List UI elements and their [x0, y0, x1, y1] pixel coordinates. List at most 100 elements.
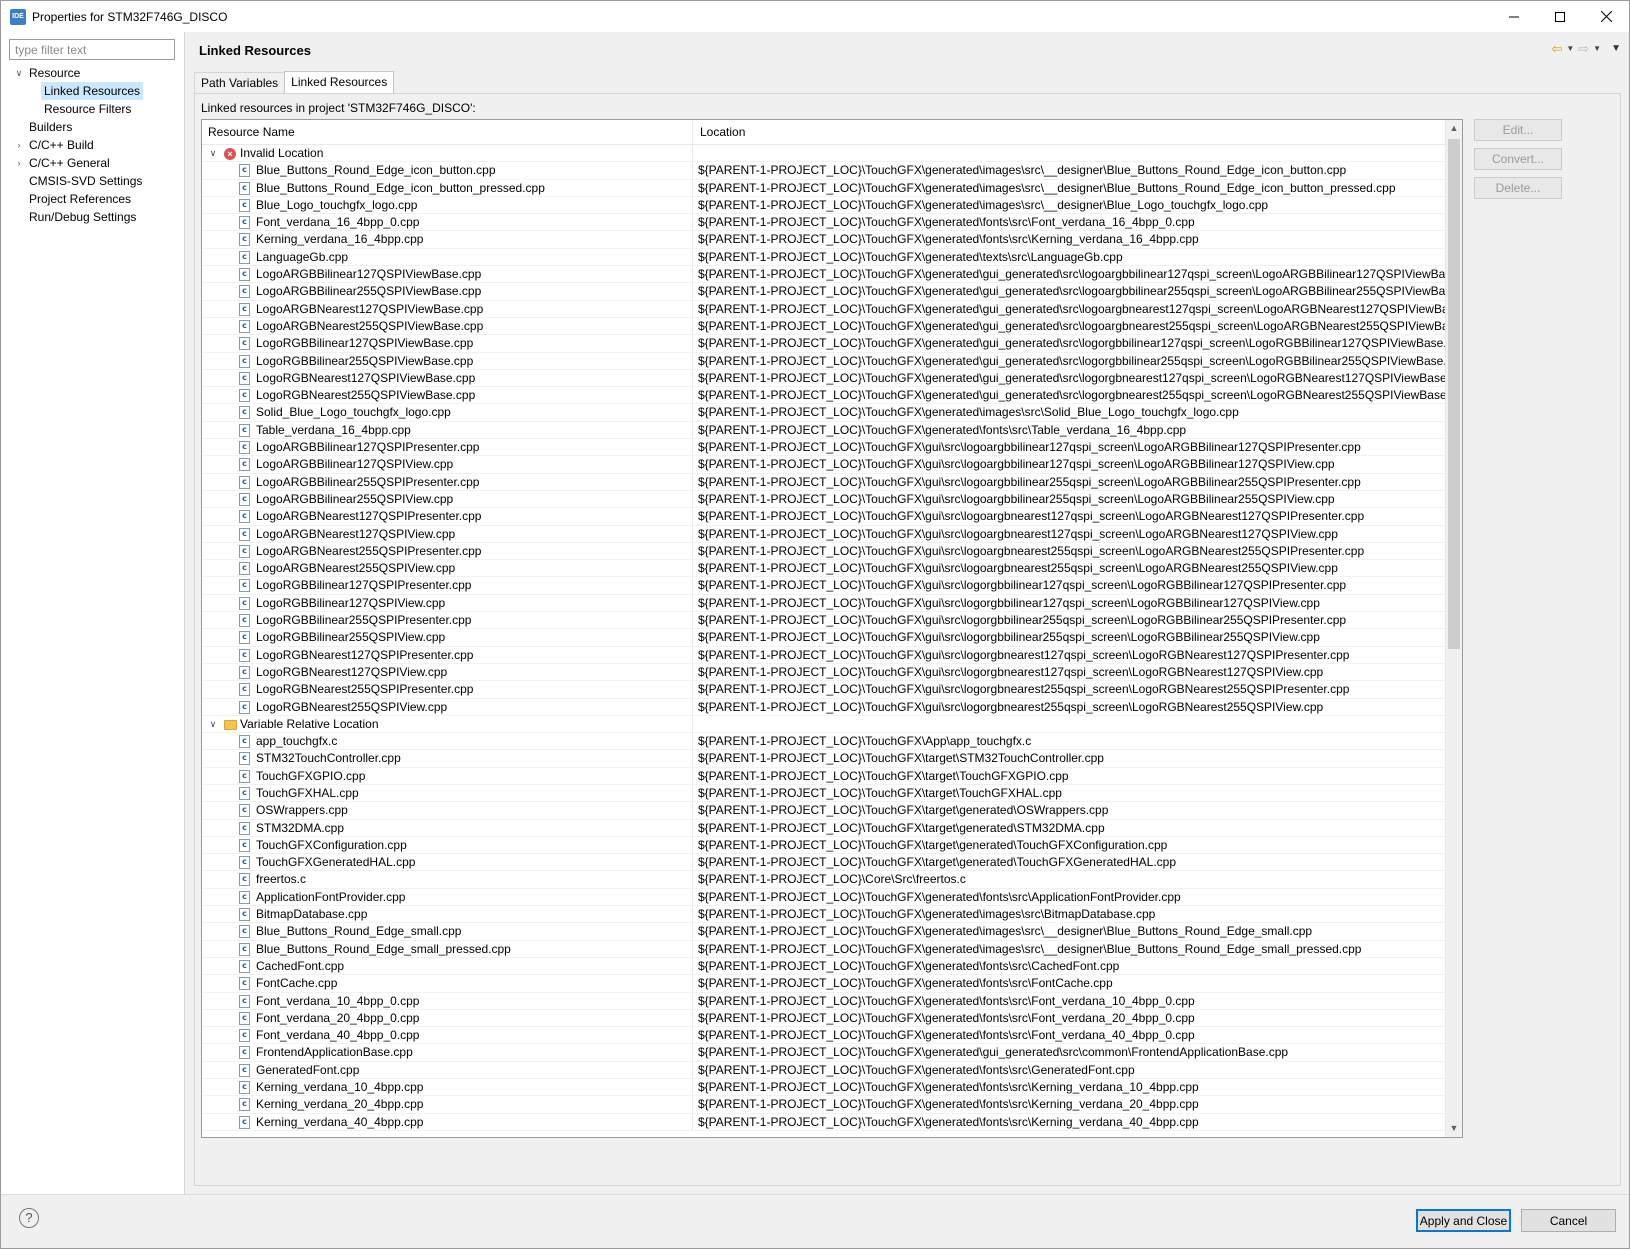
table-row[interactable]: c FrontendApplicationBase.cpp ${PARENT-1-P… — [202, 1044, 1446, 1062]
convert-button[interactable]: Convert... — [1474, 148, 1562, 170]
table-row[interactable]: c LogoARGBBilinear127QSPIViewBase.cpp ${PA… — [202, 266, 1446, 284]
vertical-scrollbar[interactable]: ▲ ▼ — [1445, 120, 1462, 1137]
chevron-right-icon[interactable]: › — [14, 154, 24, 172]
table-row[interactable]: c app_touchgfx.c ${PARENT-1-PROJECT_LOC}\T… — [202, 733, 1446, 751]
table-row[interactable]: c TouchGFXGeneratedHAL.cpp ${PARENT-1-PROJ… — [202, 854, 1446, 872]
table-row[interactable]: c Kerning_verdana_40_4bpp.cpp ${PARENT-1-P… — [202, 1113, 1446, 1131]
help-icon[interactable]: ? — [19, 1208, 39, 1228]
table-row[interactable]: c LogoARGBNearest255QSPIView.cpp ${PARENT-… — [202, 560, 1446, 578]
chevron-down-icon[interactable]: ∨ — [208, 145, 218, 161]
maximize-button[interactable] — [1537, 1, 1583, 32]
table-row[interactable]: c FontCache.cpp ${PARENT-1-PROJECT_LOC}\To… — [202, 975, 1446, 993]
table-row[interactable]: c BitmapDatabase.cpp ${PARENT-1-PROJECT_LO… — [202, 906, 1446, 924]
table-row[interactable]: c LogoARGBBilinear255QSPIView.cpp ${PARENT… — [202, 490, 1446, 509]
chevron-down-icon[interactable]: ∨ — [208, 716, 218, 732]
resource-name: LogoARGBBilinear127QSPIPresenter.cpp — [256, 440, 480, 455]
table-row[interactable]: c LogoARGBBilinear127QSPIPresenter.cpp ${P… — [202, 439, 1446, 457]
chevron-right-icon[interactable]: › — [14, 136, 24, 154]
column-header-location[interactable]: Location — [694, 120, 1446, 144]
scroll-down-icon[interactable]: ▼ — [1446, 1120, 1462, 1137]
tree-item-resource-filters[interactable]: Resource Filters — [1, 100, 185, 118]
table-row[interactable]: c Font_verdana_10_4bpp_0.cpp ${PARENT-1-PR… — [202, 992, 1446, 1010]
table-row[interactable]: c Kerning_verdana_16_4bpp.cpp ${PARENT-1-P… — [202, 231, 1446, 249]
table-row[interactable]: c Font_verdana_20_4bpp_0.cpp ${PARENT-1-PR… — [202, 1009, 1446, 1028]
table-row[interactable]: c LogoARGBBilinear127QSPIView.cpp ${PARENT… — [202, 456, 1446, 474]
resource-name-cell: c TouchGFXGPIO.cpp — [202, 767, 693, 785]
table-row[interactable]: c STM32DMA.cpp ${PARENT-1-PROJECT_LOC}\Tou… — [202, 819, 1446, 837]
group-row[interactable]: ∨ Variable Relative Location — [202, 715, 1446, 734]
table-row[interactable]: c Solid_Blue_Logo_touchgfx_logo.cpp ${PARE… — [202, 404, 1446, 422]
table-row[interactable]: c Blue_Buttons_Round_Edge_icon_button_pre… — [202, 179, 1446, 197]
table-row[interactable]: c LogoRGBBilinear255QSPIViewBase.cpp ${PAR… — [202, 352, 1446, 370]
table-row[interactable]: c Table_verdana_16_4bpp.cpp ${PARENT-1-PRO… — [202, 421, 1446, 440]
chevron-down-icon[interactable]: ∨ — [14, 64, 24, 82]
table-row[interactable]: c LogoARGBNearest127QSPIViewBase.cpp ${PAR… — [202, 300, 1446, 318]
cancel-button[interactable]: Cancel — [1521, 1209, 1616, 1232]
table-row[interactable]: c LogoRGBBilinear127QSPIView.cpp ${PARENT-… — [202, 594, 1446, 613]
table-row[interactable]: c LogoRGBNearest255QSPIViewBase.cpp ${PARE… — [202, 387, 1446, 405]
linked-resources-table[interactable]: Resource Name Location ∨ × Invalid Locatio… — [201, 119, 1463, 1138]
tree-item-resource[interactable]: ∨ Resource — [1, 64, 185, 82]
table-row[interactable]: c TouchGFXHAL.cpp ${PARENT-1-PROJECT_LOC}\… — [202, 784, 1446, 803]
source-file-icon: c — [239, 977, 250, 991]
table-row[interactable]: c LogoARGBNearest127QSPIView.cpp ${PARENT-… — [202, 525, 1446, 543]
table-row[interactable]: c LogoRGBNearest255QSPIView.cpp ${PARENT-1… — [202, 698, 1446, 716]
table-row[interactable]: c Font_verdana_16_4bpp_0.cpp ${PARENT-1-PR… — [202, 214, 1446, 232]
table-row[interactable]: c LogoRGBNearest127QSPIViewBase.cpp ${PARE… — [202, 369, 1446, 388]
table-row[interactable]: c STM32TouchController.cpp ${PARENT-1-PROJ… — [202, 750, 1446, 768]
table-row[interactable]: c LogoARGBNearest255QSPIViewBase.cpp ${PAR… — [202, 317, 1446, 336]
tab-linked-resources[interactable]: Linked Resources — [284, 71, 395, 94]
tree-item-run-debug-settings[interactable]: Run/Debug Settings — [1, 208, 185, 226]
table-row[interactable]: c LogoRGBBilinear127QSPIPresenter.cpp ${PA… — [202, 577, 1446, 595]
table-row[interactable]: c freertos.c ${PARENT-1-PROJECT_LOC}\Core\… — [202, 871, 1446, 889]
table-row[interactable]: c OSWrappers.cpp ${PARENT-1-PROJECT_LOC}\T… — [202, 802, 1446, 820]
table-row[interactable]: c Blue_Buttons_Round_Edge_icon_button.cpp… — [202, 162, 1446, 180]
table-row[interactable]: c CachedFont.cpp ${PARENT-1-PROJECT_LOC}\T… — [202, 957, 1446, 976]
tree-item-project-references[interactable]: Project References — [1, 190, 185, 208]
table-row[interactable]: c LogoARGBBilinear255QSPIViewBase.cpp ${PA… — [202, 283, 1446, 301]
forward-arrow-icon[interactable]: ⇨ — [1578, 40, 1589, 58]
table-row[interactable]: c Kerning_verdana_20_4bpp.cpp ${PARENT-1-P… — [202, 1096, 1446, 1114]
table-row[interactable]: c LogoRGBBilinear127QSPIViewBase.cpp ${PAR… — [202, 335, 1446, 353]
tree-item-c-c-build[interactable]: › C/C++ Build — [1, 136, 185, 154]
column-header-resource-name[interactable]: Resource Name — [202, 120, 693, 144]
table-row[interactable]: c GeneratedFont.cpp ${PARENT-1-PROJECT_LOC… — [202, 1061, 1446, 1080]
forward-dropdown-icon[interactable]: ▼ — [1593, 40, 1601, 58]
table-row[interactable]: c LogoRGBNearest127QSPIPresenter.cpp ${PAR… — [202, 646, 1446, 664]
table-row[interactable]: c Blue_Logo_touchgfx_logo.cpp ${PARENT-1-P… — [202, 196, 1446, 215]
tree-item-cmsis-svd-settings[interactable]: CMSIS-SVD Settings — [1, 172, 185, 190]
back-arrow-icon[interactable]: ⇦ — [1551, 40, 1562, 58]
edit-button[interactable]: Edit... — [1474, 119, 1562, 141]
table-row[interactable]: c TouchGFXGPIO.cpp ${PARENT-1-PROJECT_LOC}… — [202, 767, 1446, 785]
preferences-tree-pane: ∨ Resource Linked Resources Resource Filter… — [1, 32, 185, 1194]
tree-item-c-c-general[interactable]: › C/C++ General — [1, 154, 185, 172]
resource-name-cell: c LogoARGBBilinear127QSPIViewBase.cpp — [202, 266, 693, 284]
table-row[interactable]: c LogoRGBBilinear255QSPIPresenter.cpp ${PA… — [202, 612, 1446, 630]
tree-item-linked-resources[interactable]: Linked Resources — [1, 82, 185, 100]
filter-input[interactable] — [9, 39, 175, 60]
table-row[interactable]: c LogoARGBNearest127QSPIPresenter.cpp ${PA… — [202, 508, 1446, 526]
minimize-button[interactable] — [1491, 1, 1537, 32]
table-row[interactable]: c TouchGFXConfiguration.cpp ${PARENT-1-PRO… — [202, 836, 1446, 855]
table-row[interactable]: c LanguageGb.cpp ${PARENT-1-PROJECT_LOC}\T… — [202, 248, 1446, 267]
table-row[interactable]: c LogoRGBNearest255QSPIPresenter.cpp ${PAR… — [202, 681, 1446, 699]
tree-item-builders[interactable]: Builders — [1, 118, 185, 136]
table-row[interactable]: c Blue_Buttons_Round_Edge_small_pressed.c… — [202, 940, 1446, 958]
group-row[interactable]: ∨ × Invalid Location — [202, 145, 1446, 163]
table-row[interactable]: c Kerning_verdana_10_4bpp.cpp ${PARENT-1-P… — [202, 1079, 1446, 1097]
apply-and-close-button[interactable]: Apply and Close — [1416, 1209, 1511, 1232]
delete-button[interactable]: Delete... — [1474, 177, 1562, 199]
tab-path-variables[interactable]: Path Variables — [194, 72, 286, 93]
table-row[interactable]: c LogoRGBNearest127QSPIView.cpp ${PARENT-1… — [202, 663, 1446, 682]
view-menu-icon[interactable]: ▼ — [1611, 40, 1621, 58]
table-row[interactable]: c LogoARGBBilinear255QSPIPresenter.cpp ${P… — [202, 473, 1446, 491]
scroll-up-icon[interactable]: ▲ — [1446, 120, 1462, 137]
table-row[interactable]: c Font_verdana_40_4bpp_0.cpp ${PARENT-1-PR… — [202, 1027, 1446, 1045]
back-dropdown-icon[interactable]: ▼ — [1566, 40, 1574, 58]
table-row[interactable]: c LogoARGBNearest255QSPIPresenter.cpp ${PA… — [202, 542, 1446, 561]
close-button[interactable] — [1583, 1, 1629, 32]
table-row[interactable]: c LogoRGBBilinear255QSPIView.cpp ${PARENT-… — [202, 629, 1446, 647]
scrollbar-thumb[interactable] — [1448, 139, 1460, 649]
table-row[interactable]: c ApplicationFontProvider.cpp ${PARENT-1-P… — [202, 888, 1446, 907]
table-row[interactable]: c Blue_Buttons_Round_Edge_small.cpp ${PARE… — [202, 923, 1446, 941]
